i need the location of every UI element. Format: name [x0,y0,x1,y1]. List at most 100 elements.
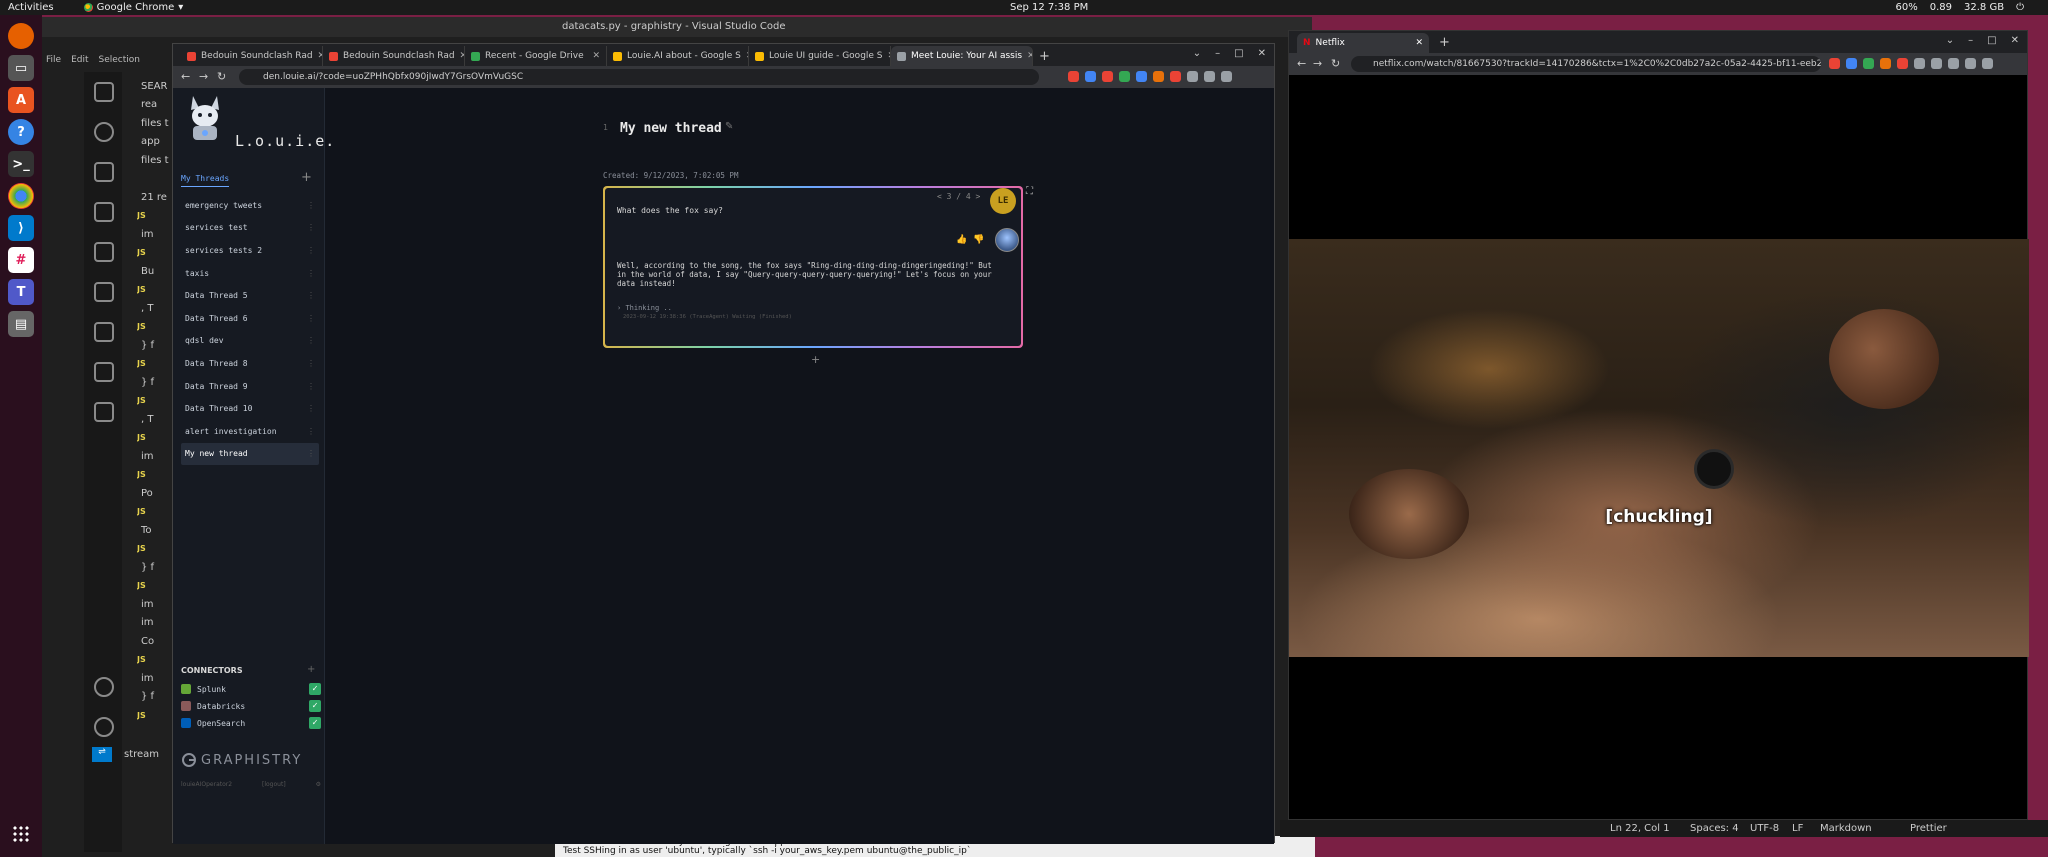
close-tab-icon[interactable]: ✕ [1027,51,1032,61]
search-icon[interactable] [94,122,114,142]
connector-item[interactable]: OpenSearch ✓ [181,716,321,730]
close-tab-icon[interactable]: ✕ [592,51,600,61]
cursor-position[interactable]: Ln 22, Col 1 [1610,823,1670,834]
remote-explorer-icon[interactable] [94,282,114,302]
extension-icon[interactable] [1102,71,1113,82]
indentation[interactable]: Spaces: 4 [1690,823,1739,834]
testing-icon[interactable] [94,322,114,342]
thread-item[interactable]: My new thread ⋮ [181,442,319,466]
question-text[interactable]: What does the fox say? [617,206,723,215]
extension-icon[interactable] [1863,58,1874,69]
source-control-icon[interactable] [94,162,114,182]
more-vertical-icon[interactable]: ⋮ [307,314,315,323]
expand-icon[interactable]: ⛶ [1026,186,1033,197]
browser-tab[interactable]: Louie UI guide - Google S✕ [749,46,891,66]
louie-logo-text[interactable]: L.o.u.i.e. [235,132,335,150]
slack-icon[interactable]: # [8,247,34,273]
extension-icon[interactable] [1085,71,1096,82]
extension-icon[interactable] [1187,71,1198,82]
run-debug-icon[interactable] [94,202,114,222]
browser-tab[interactable]: Bedouin Soundclash Rad✕ [181,46,323,66]
system-tray[interactable]: 60% 0.89 32.8 GB ⏻ [1896,2,2024,13]
browser-tab[interactable]: Bedouin Soundclash Rad✕ [323,46,465,66]
thread-item[interactable]: taxis ⋮ [181,262,319,285]
extension-icon[interactable] [1068,71,1079,82]
extension-icon[interactable] [1119,71,1130,82]
prettier-status[interactable]: Prettier [1910,823,1947,834]
extension-icon[interactable] [1204,71,1215,82]
reload-icon[interactable]: ↻ [1331,57,1340,70]
files-icon[interactable]: ▭ [8,55,34,81]
edit-title-icon[interactable]: ✎ [725,121,733,132]
more-vertical-icon[interactable]: ⋮ [307,201,315,210]
add-thread-icon[interactable]: + [301,170,312,185]
connector-item[interactable]: Splunk ✓ [181,682,321,696]
docker-icon[interactable] [94,362,114,382]
tab-my-threads[interactable]: My Threads [181,174,230,187]
power-icon[interactable]: ⏻ [2016,2,2024,13]
maximize-icon[interactable]: □ [1234,48,1243,59]
gear-icon[interactable] [94,717,114,737]
extension-icon[interactable] [1948,58,1959,69]
close-tab-icon[interactable]: ✕ [1415,38,1423,48]
more-vertical-icon[interactable]: ⋮ [307,404,315,413]
thread-item[interactable]: emergency tweets ⋮ [181,194,319,217]
terminal-icon[interactable]: >_ [8,151,34,177]
more-vertical-icon[interactable]: ⋮ [307,427,315,436]
extension-icon[interactable] [1829,58,1840,69]
graphistry-logo[interactable]: GRAPHISTRY [181,752,302,768]
connector-checkbox[interactable]: ✓ [309,683,321,695]
thread-item[interactable]: services test ⋮ [181,217,319,240]
menu-selection[interactable]: Selection [99,55,140,65]
video-player[interactable]: [chuckling] [1289,239,2029,657]
connector-item[interactable]: Databricks ✓ [181,699,321,713]
maximize-icon[interactable]: □ [1987,35,1996,46]
thumbs-up-icon[interactable]: 👍 [956,235,967,245]
extension-icon[interactable] [1982,58,1993,69]
thread-item[interactable]: alert investigation ⋮ [181,420,319,443]
extension-icon[interactable] [1965,58,1976,69]
account-icon[interactable] [94,677,114,697]
line-ending[interactable]: LF [1792,823,1803,834]
browser-tab[interactable]: Louie.AI about - Google S✕ [607,46,749,66]
extension-icon[interactable] [1136,71,1147,82]
tab-search-icon[interactable]: ⌄ [1193,48,1201,59]
explorer-icon[interactable] [94,82,114,102]
vscode-icon[interactable]: ⟩ [8,215,34,241]
chrome-icon[interactable] [8,183,34,209]
menu-file[interactable]: File [46,55,61,65]
close-icon[interactable]: ✕ [2011,35,2019,46]
database-icon[interactable] [94,402,114,422]
new-tab-button[interactable]: + [1039,46,1050,66]
minimize-icon[interactable]: – [1215,48,1220,59]
drive-icon[interactable]: ▤ [8,311,34,337]
thread-item[interactable]: Data Thread 5 ⋮ [181,284,319,307]
new-tab-button[interactable]: + [1439,35,1450,50]
clock[interactable]: Sep 12 7:38 PM [1010,2,1088,13]
app-menu[interactable]: Google Chrome ▾ [83,2,183,13]
reload-icon[interactable]: ↻ [217,70,226,83]
remote-indicator[interactable]: ⇌ [92,747,112,762]
connector-checkbox[interactable]: ✓ [309,700,321,712]
extension-icon[interactable] [1153,71,1164,82]
more-vertical-icon[interactable]: ⋮ [307,449,315,458]
close-icon[interactable]: ✕ [1258,48,1266,59]
address-bar[interactable]: netflix.com/watch/81667530?trackId=14170… [1351,56,1821,72]
add-cell-icon[interactable]: + [811,353,820,366]
tab-search-icon[interactable]: ⌄ [1946,35,1954,46]
show-apps-icon[interactable] [12,825,30,843]
activities-button[interactable]: Activities [8,2,54,13]
forward-icon[interactable]: → [199,70,208,83]
more-vertical-icon[interactable]: ⋮ [307,223,315,232]
back-icon[interactable]: ← [181,70,190,83]
extension-icon[interactable] [1846,58,1857,69]
encoding[interactable]: UTF-8 [1750,823,1779,834]
browser-tab[interactable]: Meet Louie: Your AI assis ✕ [891,46,1033,66]
back-icon[interactable]: ← [1297,57,1306,70]
software-icon[interactable]: A [8,87,34,113]
teams-icon[interactable]: T [8,279,34,305]
address-bar[interactable]: den.louie.ai/?code=uoZPHhQbfx090jIwdY7Gr… [239,69,1039,85]
thread-item[interactable]: Data Thread 10 ⋮ [181,397,319,420]
more-vertical-icon[interactable]: ⋮ [307,269,315,278]
extension-icon[interactable] [1897,58,1908,69]
